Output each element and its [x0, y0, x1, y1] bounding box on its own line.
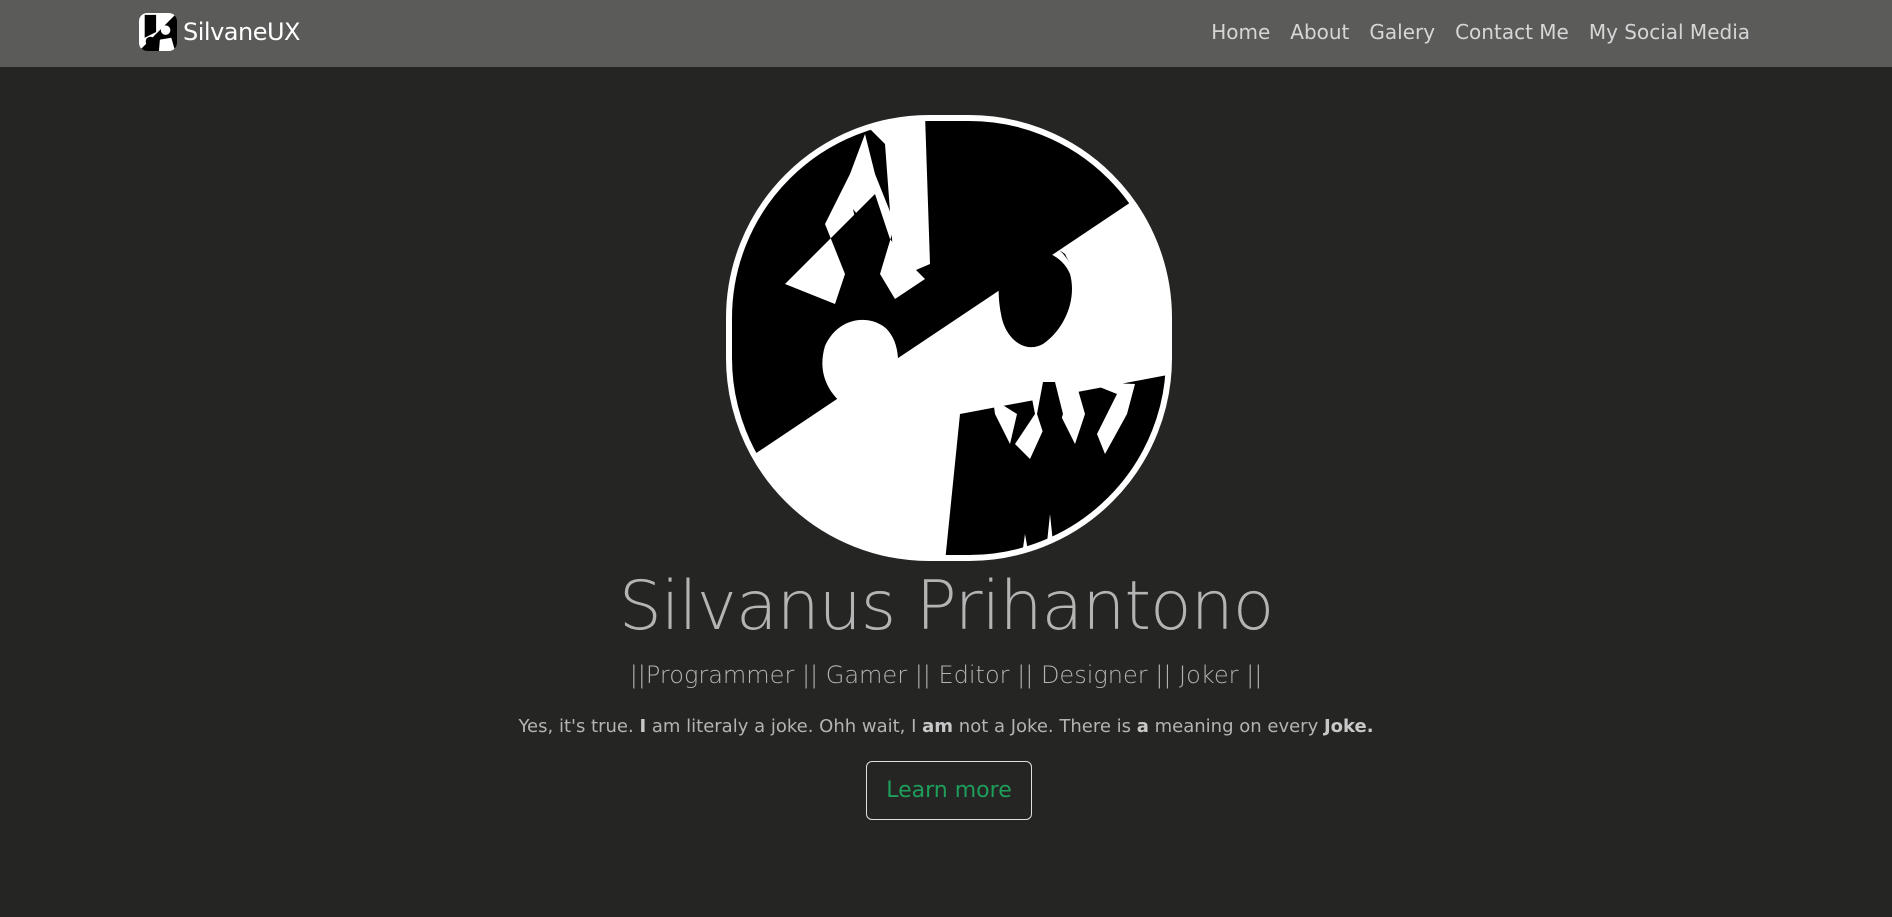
nav-galery[interactable]: Galery [1369, 16, 1435, 48]
hero-description: Yes, it's true. I am literaly a joke. Oh… [0, 714, 1892, 740]
nav-home[interactable]: Home [1211, 16, 1270, 48]
desc-segment: meaning on every [1148, 716, 1324, 737]
nav-about[interactable]: About [1290, 16, 1349, 48]
desc-segment-bold: Joke. [1323, 716, 1374, 737]
brand-link[interactable]: SilvaneUX [139, 12, 300, 52]
brand-logo [139, 13, 177, 51]
brand-name: SilvaneUX [183, 18, 300, 46]
nav-contact-me[interactable]: Contact Me [1455, 16, 1569, 48]
desc-segment: am literaly a joke. Ohh wait, I [646, 716, 923, 737]
hero-roles: ||Programmer || Gamer || Editor || Desig… [629, 661, 1263, 689]
profile-image [726, 115, 1172, 561]
desc-segment: not a Joke. There is [953, 716, 1137, 737]
desc-segment: Yes, it's true. [518, 716, 640, 737]
nav-my-social-media[interactable]: My Social Media [1589, 16, 1750, 48]
nav-links: Home About Galery Contact Me My Social M… [1211, 16, 1750, 48]
hero-name: Silvanus Prihantono [618, 567, 1275, 646]
navbar: SilvaneUX Home About Galery Contact Me M… [0, 0, 1892, 67]
desc-segment-bold: a [1136, 716, 1149, 737]
desc-segment-bold: am [922, 716, 954, 737]
learn-more-button[interactable]: Learn more [866, 761, 1032, 820]
